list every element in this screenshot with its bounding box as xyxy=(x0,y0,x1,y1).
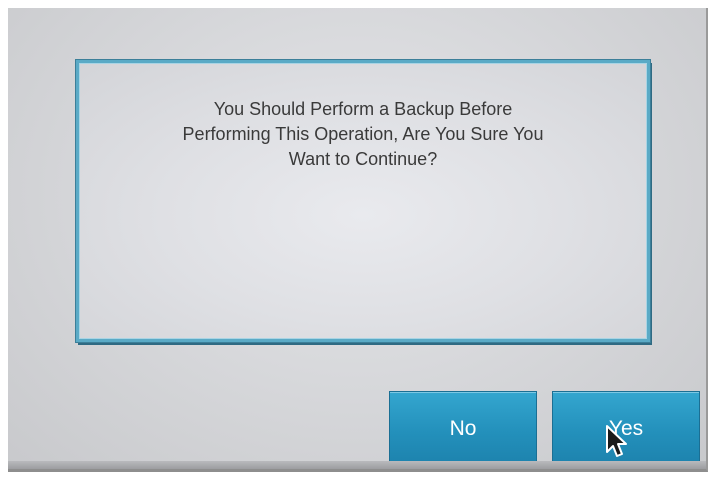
message-panel: You Should Perform a Backup Before Perfo… xyxy=(75,59,651,343)
no-button[interactable]: No xyxy=(389,391,537,467)
dialog-message: You Should Perform a Backup Before Perfo… xyxy=(182,99,544,169)
screen-bottom-bezel xyxy=(8,461,706,469)
yes-button[interactable]: Yes xyxy=(552,391,700,467)
backup-confirmation-screen: You Should Perform a Backup Before Perfo… xyxy=(8,8,708,472)
